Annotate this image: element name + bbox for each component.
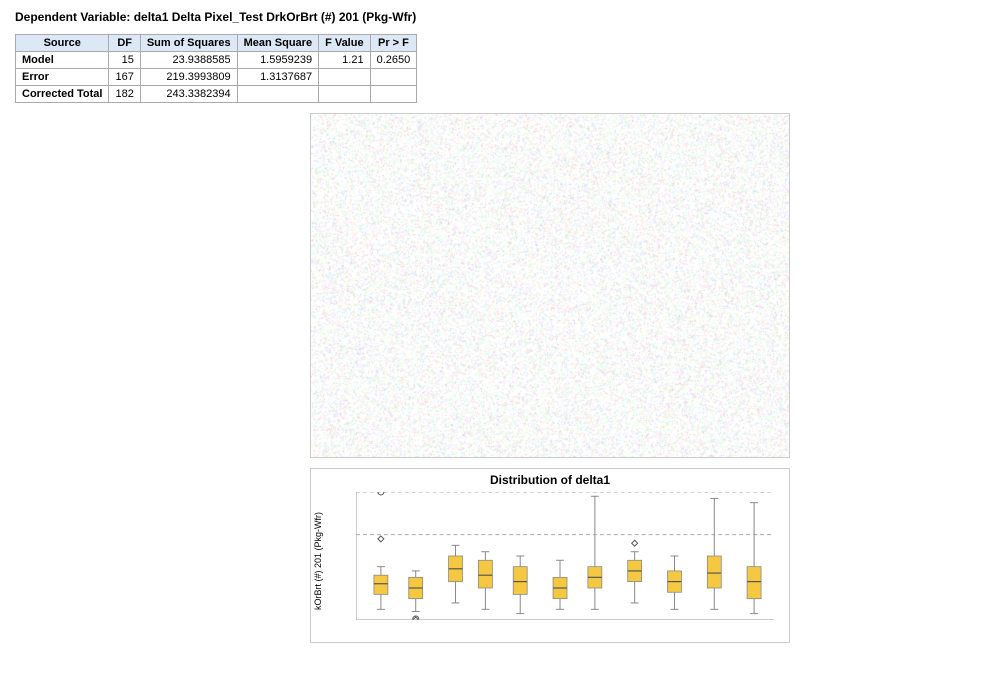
df-cell: 167 <box>109 69 140 86</box>
distribution-chart: Distribution of delta1 kOrBrt (#) 201 (P… <box>310 468 790 643</box>
sum-sq-cell: 23.9388585 <box>140 52 237 69</box>
mean-sq-cell: 1.5959239 <box>237 52 318 69</box>
col-source: Source <box>16 35 109 52</box>
anova-table: Source DF Sum of Squares Mean Square F V… <box>15 34 417 103</box>
f-value-cell: 1.21 <box>319 52 371 69</box>
page-container: Dependent Variable: delta1 Delta Pixel_T… <box>0 0 999 653</box>
df-cell: 15 <box>109 52 140 69</box>
col-f-value: F Value <box>319 35 371 52</box>
col-pr-f: Pr > F <box>370 35 417 52</box>
anova-table-row: Model 15 23.9388585 1.5959239 1.21 0.265… <box>16 52 417 69</box>
mean-sq-cell <box>237 86 318 103</box>
source-cell: Model <box>16 52 109 69</box>
col-mean-square: Mean Square <box>237 35 318 52</box>
dependent-variable-title: Dependent Variable: delta1 Delta Pixel_T… <box>15 10 984 24</box>
mean-sq-cell: 1.3137687 <box>237 69 318 86</box>
pr-f-cell <box>370 69 417 86</box>
df-cell: 182 <box>109 86 140 103</box>
anova-table-row: Error 167 219.3993809 1.3137687 <box>16 69 417 86</box>
f-value-cell <box>319 86 371 103</box>
scatter-plot-area <box>310 113 790 458</box>
y-axis-label: kOrBrt (#) 201 (Pkg-Wfr) <box>313 512 323 610</box>
source-cell: Error <box>16 69 109 86</box>
sum-sq-cell: 219.3993809 <box>140 69 237 86</box>
col-df: DF <box>109 35 140 52</box>
chart-title: Distribution of delta1 <box>311 469 789 487</box>
distribution-chart-svg: 64 <box>356 492 774 620</box>
anova-table-row: Corrected Total 182 243.3382394 <box>16 86 417 103</box>
source-cell: Corrected Total <box>16 86 109 103</box>
col-sum-squares: Sum of Squares <box>140 35 237 52</box>
pr-f-cell <box>370 86 417 103</box>
pr-f-cell: 0.2650 <box>370 52 417 69</box>
sum-sq-cell: 243.3382394 <box>140 86 237 103</box>
chart-inner: kOrBrt (#) 201 (Pkg-Wfr) 64 <box>311 487 789 635</box>
noise-canvas <box>311 114 789 457</box>
f-value-cell <box>319 69 371 86</box>
